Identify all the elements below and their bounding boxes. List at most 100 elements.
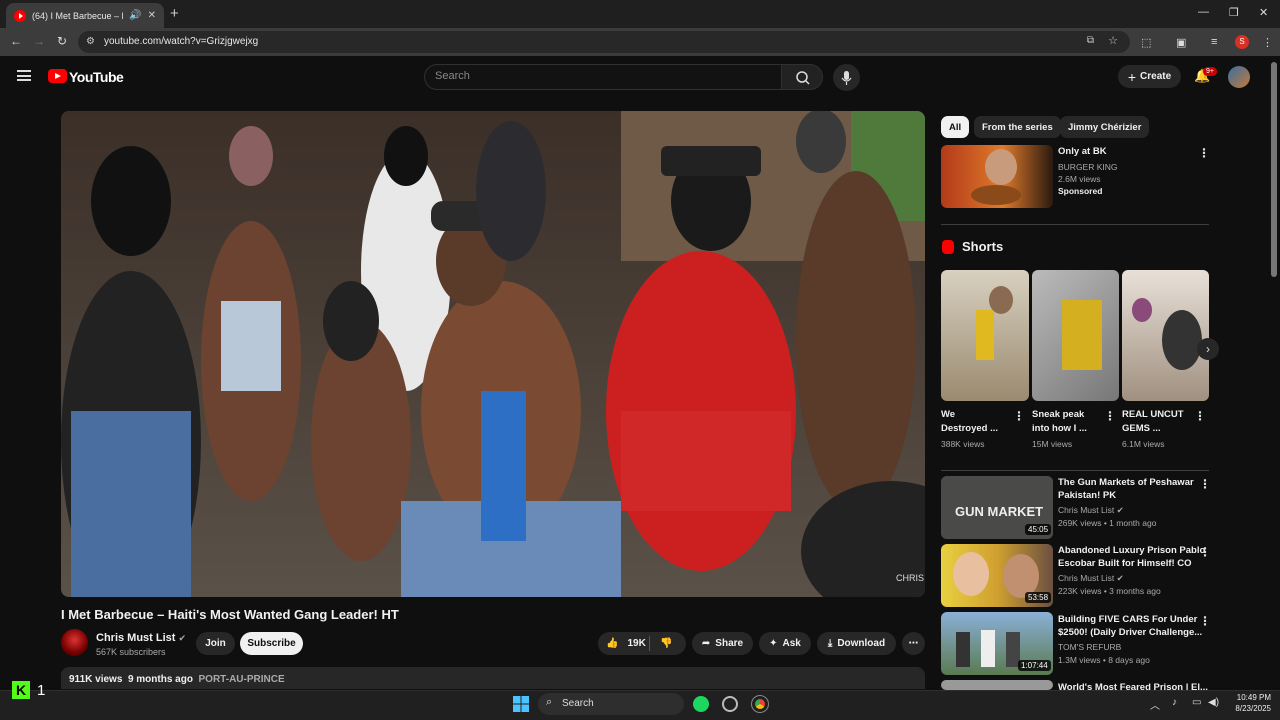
browser-tab[interactable]: (64) I Met Barbecue – Haiti 🔊 ✕: [6, 3, 164, 28]
tray-mic-icon[interactable]: ♪: [1172, 697, 1177, 708]
taskbar-search[interactable]: Search: [538, 693, 684, 715]
video-channel-text: Chris Must List: [1058, 573, 1115, 583]
ad-thumbnail-art: [971, 149, 1021, 205]
video-title[interactable]: The Gun Markets of Peshawar: [1058, 476, 1194, 489]
share-button[interactable]: ➦ Share: [692, 632, 753, 655]
tray-volume-icon[interactable]: ◀): [1208, 697, 1219, 708]
chrome-menu-icon[interactable]: ⋮: [1262, 36, 1273, 49]
posted-time: 9 months ago: [127, 674, 193, 685]
hamburger-menu-icon[interactable]: [17, 70, 31, 81]
description-box[interactable]: 911K views 9 months ago PORT-AU-PRINCE: [61, 667, 925, 689]
page-scrollbar[interactable]: [1271, 62, 1277, 277]
search-button[interactable]: [781, 64, 823, 90]
side-panel-icon[interactable]: ▣: [1176, 36, 1186, 49]
more-horizontal-icon: ⋯: [908, 638, 919, 649]
ask-button[interactable]: ✦ Ask: [759, 632, 811, 655]
video-channel[interactable]: Chris Must List ✔: [1058, 504, 1124, 517]
short-title-line2[interactable]: GEMS ...: [1122, 422, 1161, 435]
video-channel[interactable]: Chris Must List ✔: [1058, 572, 1124, 585]
short-thumbnail[interactable]: [1032, 270, 1119, 401]
browser-tab-strip: [0, 0, 1280, 28]
verified-check-icon: ✔: [1116, 505, 1124, 515]
shorts-next-arrow-icon[interactable]: ›: [1197, 338, 1219, 360]
download-icon: ⤓: [827, 638, 833, 649]
forward-icon[interactable]: →: [33, 34, 45, 48]
maximize-button[interactable]: ❐: [1229, 6, 1239, 19]
profile-avatar[interactable]: S: [1235, 35, 1249, 49]
app-icon[interactable]: [722, 696, 738, 712]
short-thumbnail-art: [1132, 298, 1202, 370]
speaker-icon[interactable]: 🔊: [129, 10, 141, 21]
taskbar-clock[interactable]: 10:49 PM 8/23/2025: [1225, 692, 1271, 714]
short-title-line2[interactable]: into how I ...: [1032, 422, 1087, 435]
search-icon: [796, 71, 810, 85]
search-input[interactable]: Search: [424, 64, 782, 90]
youtube-logo-icon[interactable]: [48, 69, 67, 83]
video-title[interactable]: Abandoned Luxury Prison Pablo: [1058, 544, 1205, 557]
short-more-icon[interactable]: ⋮: [1194, 409, 1206, 423]
chip-jimmy-cherizier[interactable]: Jimmy Chérizier: [1060, 116, 1150, 138]
join-button[interactable]: Join: [196, 632, 235, 655]
chip-from-the-series[interactable]: From the series: [974, 116, 1061, 138]
close-window-button[interactable]: ✕: [1259, 6, 1268, 19]
spotify-icon[interactable]: [693, 696, 709, 712]
share-label: Share: [715, 638, 744, 649]
video-more-icon[interactable]: ⋮: [1199, 477, 1211, 491]
view-count: 911K views: [69, 674, 123, 685]
minimize-button[interactable]: —: [1198, 6, 1209, 18]
url-bar[interactable]: ⚙ youtube.com/watch?v=Grizjgwejxg ⧉ ☆: [78, 31, 1130, 53]
thumb-down-icon[interactable]: 👎: [660, 638, 672, 649]
short-more-icon[interactable]: ⋮: [1104, 409, 1116, 423]
subscribe-button[interactable]: Subscribe: [240, 632, 303, 655]
chrome-icon[interactable]: [751, 695, 769, 713]
more-actions-button[interactable]: ⋯: [902, 632, 925, 655]
location-tag[interactable]: PORT-AU-PRINCE: [199, 674, 285, 685]
tray-chevron-icon[interactable]: ︿: [1150, 697, 1160, 712]
tab-close-icon[interactable]: ✕: [148, 10, 156, 21]
channel-avatar[interactable]: [61, 629, 88, 656]
video-title-line2[interactable]: Escobar Built for Himself! CO: [1058, 557, 1192, 570]
chip-all[interactable]: All: [941, 116, 970, 138]
video-title-line2[interactable]: Pakistan! PK: [1058, 489, 1116, 502]
channel-name[interactable]: Chris Must List ✔: [96, 632, 186, 644]
video-more-icon[interactable]: ⋮: [1199, 614, 1211, 628]
short-thumbnail[interactable]: [941, 270, 1029, 401]
short-title[interactable]: REAL UNCUT: [1122, 408, 1184, 421]
video-more-icon[interactable]: ⋮: [1199, 545, 1211, 559]
voice-search-button[interactable]: [833, 64, 860, 91]
like-count[interactable]: 19K: [627, 638, 645, 649]
video-title[interactable]: World's Most Feared Prison | El...: [1058, 681, 1208, 690]
thumb-up-icon[interactable]: 👍: [606, 638, 618, 649]
create-button[interactable]: + Create: [1118, 65, 1181, 88]
windows-start-icon[interactable]: [513, 696, 529, 715]
short-more-icon[interactable]: ⋮: [1013, 409, 1025, 423]
ad-more-icon[interactable]: ⋮: [1198, 146, 1210, 160]
extensions-icon[interactable]: ⬚: [1141, 36, 1151, 49]
video-player[interactable]: CHRIS MUST LIST: [61, 111, 925, 597]
new-tab-button[interactable]: +: [170, 5, 179, 22]
site-info-icon[interactable]: ⚙: [86, 36, 95, 47]
verified-check-icon: ✔: [1116, 573, 1124, 583]
video-title[interactable]: Building FIVE CARS For Under: [1058, 613, 1197, 626]
plus-icon: +: [1127, 68, 1137, 85]
short-title[interactable]: We: [941, 408, 955, 421]
short-title[interactable]: Sneak peak: [1032, 408, 1084, 421]
account-avatar[interactable]: [1228, 66, 1250, 88]
video-frame: CHRIS MUST LIST: [61, 111, 925, 597]
video-thumbnail[interactable]: [941, 680, 1053, 690]
tray-network-icon[interactable]: ▭: [1192, 697, 1201, 708]
ad-thumbnail[interactable]: [941, 145, 1053, 208]
media-controls-icon[interactable]: ≡: [1211, 36, 1217, 48]
video-channel[interactable]: TOM'S REFURB: [1058, 641, 1121, 654]
ad-title[interactable]: Only at BK: [1058, 145, 1107, 158]
shorts-icon: [942, 240, 954, 254]
reload-icon[interactable]: ↻: [57, 34, 67, 48]
install-app-icon[interactable]: ⧉: [1087, 35, 1094, 46]
bookmark-star-icon[interactable]: ☆: [1108, 34, 1118, 47]
youtube-wordmark[interactable]: YouTube: [69, 69, 124, 85]
short-title-line2[interactable]: Destroyed ...: [941, 422, 998, 435]
back-icon[interactable]: ←: [10, 34, 22, 48]
download-button[interactable]: ⤓ Download: [817, 632, 896, 655]
video-title-line2[interactable]: $2500! (Daily Driver Challenge...: [1058, 626, 1202, 639]
short-thumbnail[interactable]: [1122, 270, 1209, 401]
